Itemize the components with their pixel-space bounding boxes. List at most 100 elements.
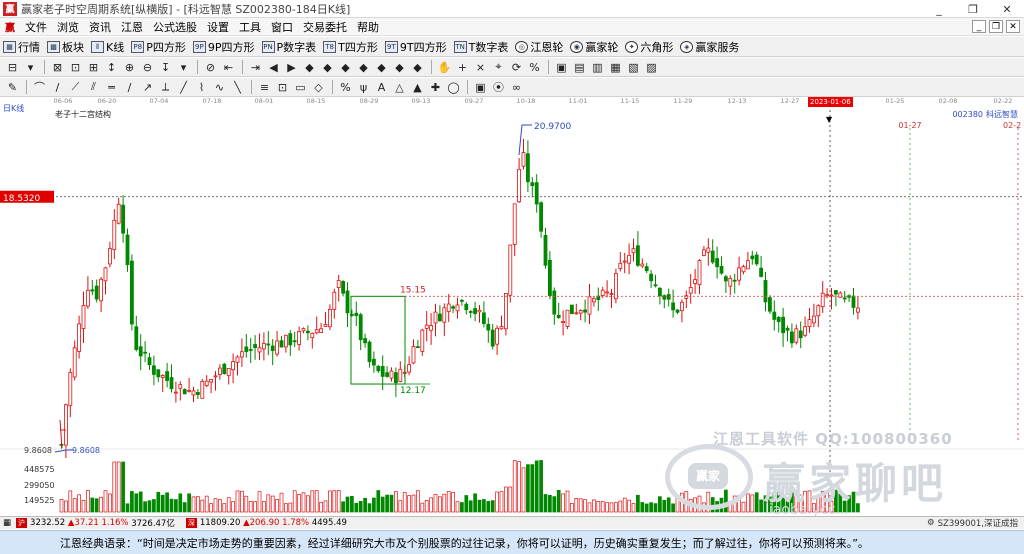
toolbar3-tool-2-icon[interactable]: / bbox=[49, 79, 66, 95]
toolbar-item-pn-table[interactable]: PN P数字表 bbox=[259, 38, 321, 56]
toolbar-item-hexagon[interactable]: ✦ 六角形 bbox=[622, 38, 677, 56]
index-sz[interactable]: 深 11809.20 ▲206.90 1.78% 4495.49 bbox=[183, 518, 347, 528]
toolbar2-tool-18-icon[interactable]: ◆ bbox=[355, 59, 372, 75]
toolbar-item-p-square[interactable]: P8 P四方形 bbox=[128, 38, 190, 56]
toolbar2-tool-31-icon[interactable]: ▦ bbox=[607, 59, 624, 75]
toolbar3-tool-15-icon[interactable]: ▭ bbox=[292, 79, 309, 95]
restore-button[interactable]: ❐ bbox=[956, 0, 990, 18]
menu-settings[interactable]: 设置 bbox=[202, 19, 234, 35]
toolbar-item-gann-wheel[interactable]: ◎ 江恩轮 bbox=[512, 38, 567, 56]
toolbar2-tool-8-icon[interactable]: ↧ bbox=[157, 59, 174, 75]
volume-bar bbox=[622, 497, 627, 513]
toolbar2-tool-21-icon[interactable]: ◆ bbox=[409, 59, 426, 75]
menu-trade[interactable]: 交易委托 bbox=[298, 19, 352, 35]
toolbar2-tool-0-icon[interactable]: ⊟ bbox=[4, 59, 21, 75]
toolbar2-tool-33-icon[interactable]: ▨ bbox=[643, 59, 660, 75]
toolbar2-tool-1-icon[interactable]: ▾ bbox=[22, 59, 39, 75]
toolbar3-tool-16-icon[interactable]: ◇ bbox=[310, 79, 327, 95]
toolbar-item-blocks[interactable]: ▩ 板块 bbox=[44, 38, 88, 56]
kline-chart[interactable]: 18.5320 ▼ 01-27 02-2 20.9700 9.8608 9.8608 15.1… bbox=[0, 100, 1024, 515]
toolbar-item-9p-square[interactable]: 9P 9P四方形 bbox=[190, 38, 259, 56]
toolbar3-tool-1-icon[interactable]: ⌒ bbox=[31, 79, 48, 95]
toolbar2-tool-11-icon[interactable]: ⇤ bbox=[220, 59, 237, 75]
toolbar-item-9t-square[interactable]: 9T 9T四方形 bbox=[382, 38, 451, 56]
toolbar3-tool-11-icon[interactable]: ∿ bbox=[211, 79, 228, 95]
toolbar2-tool-3-icon[interactable]: ⊡ bbox=[67, 59, 84, 75]
toolbar3-tool-23-icon[interactable]: ◯ bbox=[445, 79, 462, 95]
menu-tools[interactable]: 工具 bbox=[234, 19, 266, 35]
toolbar3-tool-7-icon[interactable]: ↗ bbox=[139, 79, 156, 95]
toolbar-item-t-square[interactable]: T8 T四方形 bbox=[320, 38, 382, 56]
minimize-button[interactable]: _ bbox=[922, 0, 956, 18]
toolbar3-tool-13-icon[interactable]: ≡ bbox=[256, 79, 273, 95]
toolbar2-tool-19-icon[interactable]: ◆ bbox=[373, 59, 390, 75]
toolbar2-tool-27-icon[interactable]: % bbox=[526, 59, 543, 75]
toolbar3-tool-25-icon[interactable]: ⦿ bbox=[490, 79, 507, 95]
toolbar2-tool-14-icon[interactable]: ▶ bbox=[283, 59, 300, 75]
toolbar2-tool-28-icon[interactable]: ▣ bbox=[553, 59, 570, 75]
toolbar3-tool-3-icon[interactable]: ⟋ bbox=[67, 79, 84, 95]
toolbar3-tool-21-icon[interactable]: ▲ bbox=[409, 79, 426, 95]
candle-body bbox=[376, 365, 381, 372]
toolbar2-tool-13-icon[interactable]: ◀ bbox=[265, 59, 282, 75]
toolbar2-tool-23-icon[interactable]: + bbox=[454, 59, 471, 75]
toolbar-item-kline[interactable]: ⫴ K线 bbox=[88, 38, 128, 56]
mdi-restore-button[interactable]: ❐ bbox=[989, 20, 1003, 33]
menu-info[interactable]: 资讯 bbox=[84, 19, 116, 35]
close-button[interactable]: ✕ bbox=[990, 0, 1024, 18]
current-index[interactable]: ⚙ SZ399001,深证成指 bbox=[927, 517, 1018, 529]
toolbar2-tool-9-icon[interactable]: ▾ bbox=[175, 59, 192, 75]
toolbar2-tool-5-icon[interactable]: ↕ bbox=[103, 59, 120, 75]
toolbar2-tool-16-icon[interactable]: ◆ bbox=[319, 59, 336, 75]
toolbar2-tool-26-icon[interactable]: ⟳ bbox=[508, 59, 525, 75]
toolbar3-tool-18-icon[interactable]: ψ bbox=[355, 79, 372, 95]
toolbar2-tool-17-icon[interactable]: ◆ bbox=[337, 59, 354, 75]
toolbar3-tool-20-icon[interactable]: △ bbox=[391, 79, 408, 95]
menu-window[interactable]: 窗口 bbox=[266, 19, 298, 35]
toolbar3-tool-6-icon[interactable]: ∕ bbox=[121, 79, 138, 95]
menu-file[interactable]: 文件 bbox=[20, 19, 52, 35]
toolbar2-tool-32-icon[interactable]: ▧ bbox=[625, 59, 642, 75]
volume-bar bbox=[363, 497, 367, 513]
toolbar3-tool-26-icon[interactable]: ∞ bbox=[508, 79, 525, 95]
toolbar3-tool-10-icon[interactable]: ⌇ bbox=[193, 79, 210, 95]
mdi-minimize-button[interactable]: _ bbox=[972, 20, 986, 33]
menu-gann[interactable]: 江恩 bbox=[116, 19, 148, 35]
toolbar2-tool-10-icon[interactable]: ⊘ bbox=[202, 59, 219, 75]
toolbar3-tool-9-icon[interactable]: ╱ bbox=[175, 79, 192, 95]
toolbar3-tool-0-icon[interactable]: ✎ bbox=[4, 79, 21, 95]
toolbar2-tool-6-icon[interactable]: ⊕ bbox=[121, 59, 138, 75]
sz-price: 11809.20 bbox=[199, 518, 241, 528]
toolbar2-tool-4-icon[interactable]: ⊞ bbox=[85, 59, 102, 75]
toolbar3-tool-17-icon[interactable]: % bbox=[337, 79, 354, 95]
toolbar2-tool-29-icon[interactable]: ▤ bbox=[571, 59, 588, 75]
toolbar-item-winner-wheel[interactable]: ◉ 赢家轮 bbox=[567, 38, 622, 56]
toolbar3-tool-14-icon[interactable]: ⊡ bbox=[274, 79, 291, 95]
toolbar-item-service[interactable]: ◈ 赢家服务 bbox=[677, 38, 743, 56]
toolbar-item-tn-table[interactable]: TN T数字表 bbox=[451, 38, 513, 56]
toolbar2-tool-7-icon[interactable]: ⊖ bbox=[139, 59, 156, 75]
toolbar3-tool-12-icon[interactable]: ╲ bbox=[229, 79, 246, 95]
toolbar3-tool-19-icon[interactable]: A bbox=[373, 79, 390, 95]
toolbar2-tool-15-icon[interactable]: ◆ bbox=[301, 59, 318, 75]
toolbar2-tool-24-icon[interactable]: ⨯ bbox=[472, 59, 489, 75]
toolbar2-tool-2-icon[interactable]: ⊠ bbox=[49, 59, 66, 75]
index-sh[interactable]: ▦ 沪 3232.52 ▲37.21 1.16% 3726.47亿 bbox=[3, 517, 175, 529]
toolbar-item-grid[interactable]: ▦ 行情 bbox=[0, 38, 44, 56]
toolbar3-tool-22-icon[interactable]: ✚ bbox=[427, 79, 444, 95]
toolbar2-tool-30-icon[interactable]: ▥ bbox=[589, 59, 606, 75]
toolbar2-tool-12-icon[interactable]: ⇥ bbox=[247, 59, 264, 75]
menu-browse[interactable]: 浏览 bbox=[52, 19, 84, 35]
toolbar3-tool-5-icon[interactable]: ═ bbox=[103, 79, 120, 95]
toolbar3-tool-4-icon[interactable]: ⫽ bbox=[85, 79, 102, 95]
toolbar3-tool-8-icon[interactable]: ⟂ bbox=[157, 79, 174, 95]
menu-help[interactable]: 帮助 bbox=[352, 19, 384, 35]
kline-chart-svg[interactable]: 18.5320 ▼ 01-27 02-2 20.9700 9.8608 9.8608 15.1… bbox=[0, 100, 1024, 515]
toolbar2-tool-22-icon[interactable]: ✋ bbox=[436, 59, 453, 75]
toolbar3-tool-24-icon[interactable]: ▣ bbox=[472, 79, 489, 95]
toolbar2-tool-25-icon[interactable]: ⌖ bbox=[490, 59, 507, 75]
mdi-close-button[interactable]: ✕ bbox=[1006, 20, 1020, 33]
menu-formula[interactable]: 公式选股 bbox=[148, 19, 202, 35]
period-label[interactable]: 日K线 bbox=[3, 103, 24, 114]
toolbar2-tool-20-icon[interactable]: ◆ bbox=[391, 59, 408, 75]
